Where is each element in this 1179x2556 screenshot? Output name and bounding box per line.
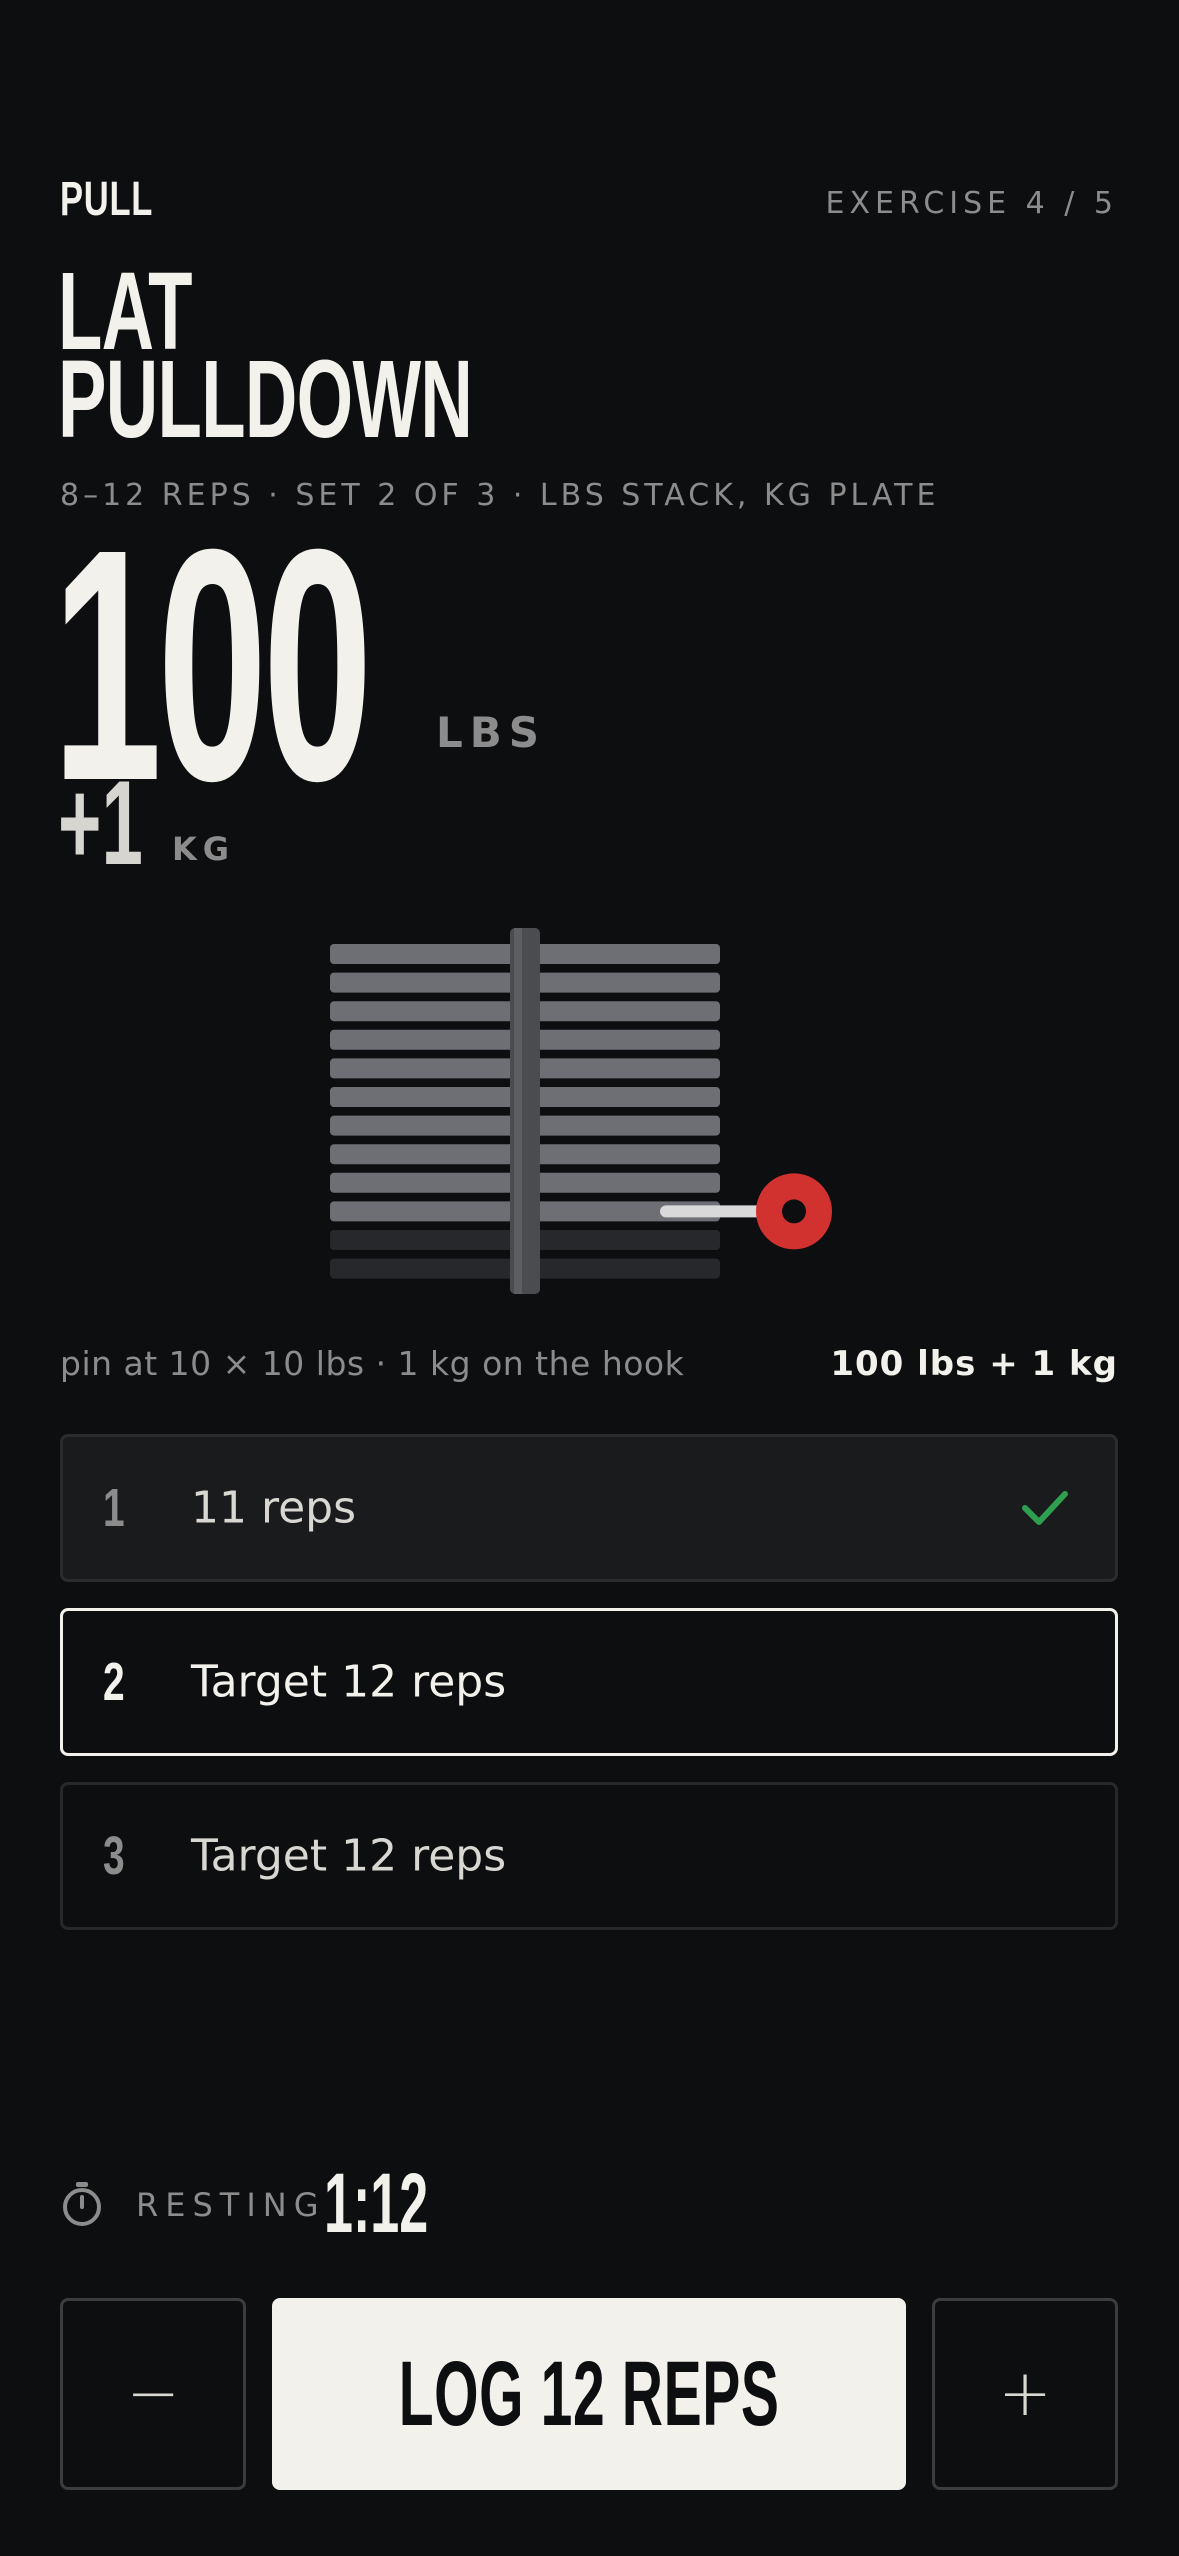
rest-time: 1:12	[324, 2156, 429, 2250]
check-icon	[1022, 1491, 1068, 1525]
weight-extra-unit: KG	[172, 830, 236, 868]
log-reps-button[interactable]: LOG 12 REPS	[272, 2298, 906, 2490]
rest-timer: RESTING 1:12	[60, 2160, 660, 2250]
minus-icon: −	[126, 2357, 180, 2431]
weight-extra-value: +1	[58, 756, 143, 890]
exercise-counter: EXERCISE 4 / 5	[825, 186, 1118, 221]
rest-label: RESTING	[136, 2186, 326, 2224]
pin-note: pin at 10 × 10 lbs · 1 kg on the hook	[60, 1344, 685, 1383]
category-label: PULL	[60, 173, 154, 226]
plus-icon: +	[998, 2357, 1052, 2431]
stopwatch-icon	[63, 2182, 101, 2226]
set-row-2[interactable]: 2 Target 12 reps	[60, 1608, 1118, 1756]
weight-stack-visual[interactable]	[320, 920, 840, 1300]
decrement-reps-button[interactable]: −	[60, 2298, 246, 2490]
set-number: 1	[103, 1478, 125, 1538]
log-reps-label: LOG 12 REPS	[398, 2342, 780, 2445]
set-reps-label: Target 12 reps	[191, 1656, 507, 1708]
exercise-title-line2: PULLDOWN	[58, 338, 473, 461]
set-reps-label: Target 12 reps	[191, 1830, 507, 1882]
increment-reps-button[interactable]: +	[932, 2298, 1118, 2490]
set-row-3[interactable]: 3 Target 12 reps	[60, 1782, 1118, 1930]
set-number: 3	[103, 1826, 125, 1886]
set-number: 2	[103, 1652, 125, 1712]
set-row-1[interactable]: 1 11 reps	[60, 1434, 1118, 1582]
set-reps-label: 11 reps	[191, 1482, 357, 1534]
exercise-title: LAT PULLDOWN	[58, 257, 473, 461]
weight-main-unit: LBS	[436, 708, 547, 757]
total-load: 100 lbs + 1 kg	[830, 1344, 1118, 1384]
